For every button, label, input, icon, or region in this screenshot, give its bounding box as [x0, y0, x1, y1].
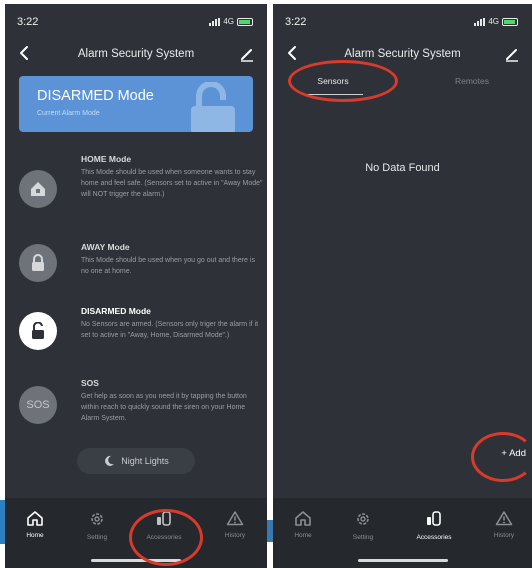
moon-icon	[105, 455, 115, 466]
away-mode-option[interactable]: AWAY Mode This Mode should be used when …	[19, 242, 259, 286]
tab-sensors[interactable]: Sensors	[278, 76, 388, 86]
unlock-icon	[191, 82, 235, 132]
tab-history[interactable]: History	[476, 510, 532, 539]
background-strip	[0, 500, 5, 544]
tab-label: Accessories	[416, 534, 452, 541]
warning-triangle-icon	[226, 511, 244, 526]
status-indicators: 4G	[209, 17, 253, 26]
tab-accessories[interactable]: Accessories	[136, 510, 192, 541]
home-lock-icon[interactable]	[19, 170, 57, 208]
sos-icon-label: SOS	[26, 399, 50, 411]
gear-icon	[91, 513, 103, 525]
home-icon	[27, 511, 43, 526]
sos-icon[interactable]: SOS	[19, 386, 57, 424]
status-indicators: 4G	[474, 17, 518, 26]
tab-bar: Home Setting Accessories History	[273, 498, 532, 568]
tab-label: Home	[294, 532, 312, 539]
network-label: 4G	[488, 17, 499, 26]
tab-label: Home	[26, 532, 44, 539]
segment-tabs: Sensors Remotes	[273, 68, 532, 98]
tab-label: Accessories	[146, 534, 182, 541]
sensor-icon	[157, 511, 171, 526]
status-time: 3:22	[285, 16, 307, 28]
warning-triangle-icon	[495, 511, 513, 526]
tab-label: History	[493, 532, 515, 539]
mode-name: DISARMED Mode	[81, 306, 151, 316]
page-title: Alarm Security System	[344, 48, 461, 60]
network-label: 4G	[223, 17, 234, 26]
right-screen: 3:22 4G Alarm Security System Sensors Re…	[273, 4, 532, 568]
active-tab-underline	[303, 94, 363, 95]
night-lights-button[interactable]: Night Lights	[77, 448, 195, 474]
open-padlock-icon	[32, 322, 44, 339]
unlock-icon[interactable]	[19, 312, 57, 350]
mode-description: Get help as soon as you need it by tappi…	[81, 393, 247, 422]
tab-home[interactable]: Home	[275, 510, 331, 539]
lock-icon[interactable]	[19, 244, 57, 282]
left-screen: 3:22 4G Alarm Security System DISARMED M…	[5, 4, 267, 568]
night-lights-label: Night Lights	[121, 456, 169, 466]
status-bar: 3:22 4G	[5, 4, 267, 34]
tab-label: Setting	[352, 534, 374, 541]
add-button[interactable]: + Add	[501, 448, 526, 459]
nav-bar: Alarm Security System	[273, 38, 532, 68]
gear-icon	[357, 513, 369, 525]
background-strip	[267, 520, 273, 542]
home-icon	[295, 511, 311, 526]
current-mode-banner: DISARMED Mode Current Alarm Mode	[19, 76, 253, 132]
mode-name: AWAY Mode	[81, 242, 130, 252]
tab-setting[interactable]: Setting	[69, 510, 125, 541]
mode-name: SOS	[81, 378, 99, 388]
sos-option[interactable]: SOS SOS Get help as soon as you need it …	[19, 378, 259, 434]
home-indicator	[357, 559, 448, 562]
battery-icon	[237, 17, 253, 26]
edit-icon[interactable]	[504, 46, 520, 62]
empty-state-message: No Data Found	[365, 162, 440, 174]
back-icon[interactable]	[285, 44, 301, 62]
padlock-icon	[32, 254, 44, 271]
mode-description: This Mode should be used when you go out…	[81, 257, 255, 275]
tab-history[interactable]: History	[207, 510, 263, 539]
mode-description: This Mode should be used when someone wa…	[81, 169, 263, 198]
tab-remotes[interactable]: Remotes	[417, 76, 527, 86]
mode-name: HOME Mode	[81, 154, 132, 164]
page-title: Alarm Security System	[77, 48, 195, 60]
tab-bar: Home Setting Accessories History	[5, 498, 267, 568]
status-time: 3:22	[17, 16, 39, 28]
home-mode-option[interactable]: HOME Mode This Mode should be used when …	[19, 154, 263, 218]
sensor-icon	[427, 511, 441, 526]
tab-label: History	[224, 532, 246, 539]
signal-icon	[474, 17, 486, 26]
home-indicator	[91, 559, 181, 562]
battery-icon	[502, 17, 518, 26]
banner-subtitle: Current Alarm Mode	[37, 110, 100, 117]
signal-icon	[209, 17, 221, 26]
disarmed-mode-option[interactable]: DISARMED Mode No Sensors are armed. (Sen…	[19, 306, 259, 362]
nav-bar: Alarm Security System	[5, 38, 267, 68]
back-icon[interactable]	[17, 44, 33, 62]
status-bar: 3:22 4G	[273, 4, 532, 34]
mode-description: No Sensors are armed. (Sensors only trig…	[81, 321, 259, 339]
banner-title: DISARMED Mode	[37, 88, 154, 104]
tab-accessories[interactable]: Accessories	[406, 510, 462, 541]
home-icon	[31, 182, 45, 196]
tab-setting[interactable]: Setting	[335, 510, 391, 541]
tab-home[interactable]: Home	[7, 510, 63, 539]
edit-icon[interactable]	[239, 46, 255, 62]
tab-label: Setting	[86, 534, 108, 541]
